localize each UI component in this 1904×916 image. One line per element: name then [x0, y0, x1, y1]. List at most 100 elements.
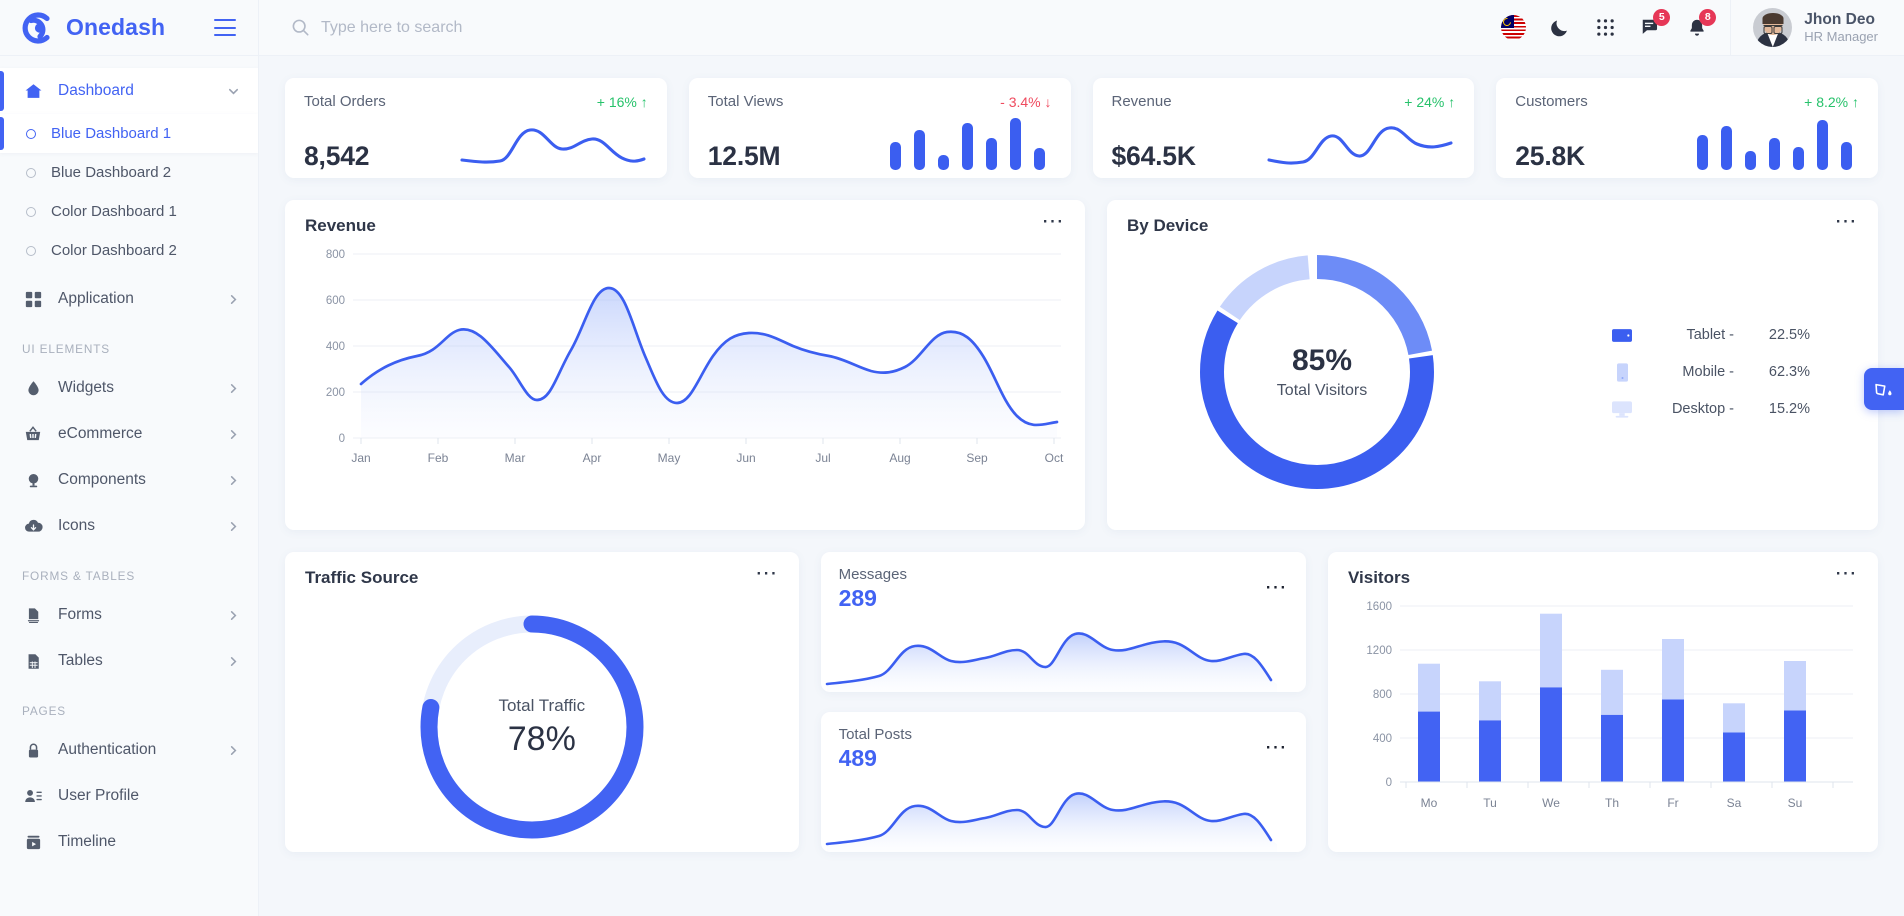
svg-text:1200: 1200 [1366, 645, 1392, 657]
search-box[interactable] [291, 8, 721, 48]
more-options-icon[interactable]: ⋯ [1265, 576, 1289, 598]
basket-icon [22, 425, 44, 443]
apps-menu-button[interactable] [1582, 0, 1628, 56]
dark-mode-toggle[interactable] [1536, 0, 1582, 56]
chevron-right-icon [227, 744, 240, 757]
messages-button[interactable]: 5 [1628, 0, 1674, 56]
card-title: Visitors [1348, 568, 1411, 587]
sidebar-item-components[interactable]: Components [0, 457, 258, 503]
svg-text:Mar: Mar [505, 451, 526, 465]
sidebar-item-icons[interactable]: Icons [0, 503, 258, 549]
svg-text:200: 200 [326, 387, 345, 399]
more-options-icon[interactable]: ⋯ [1835, 210, 1859, 232]
sidebar-item-label: eCommerce [58, 425, 143, 442]
svg-text:Fr: Fr [1667, 796, 1678, 810]
stat-title: Revenue [1111, 93, 1172, 110]
stat-value: 25.8K [1515, 141, 1585, 171]
lamp-icon [22, 472, 44, 489]
sidebar-item-label: Color Dashboard 1 [51, 203, 177, 220]
search-input[interactable] [321, 18, 721, 37]
sidebar-section-pages: PAGES [22, 704, 67, 718]
svg-text:Feb: Feb [428, 451, 449, 465]
paint-bucket-icon [1874, 379, 1894, 399]
sidebar-item-user-profile[interactable]: User Profile [0, 773, 258, 819]
more-options-icon[interactable]: ⋯ [755, 562, 779, 584]
legend-item-tablet: Tablet - 22.5% [1604, 317, 1810, 354]
svg-text:Jun: Jun [736, 451, 755, 465]
timeline-icon [22, 834, 44, 851]
card-title: Revenue [305, 216, 376, 235]
stat-value: 8,542 [304, 141, 370, 171]
home-icon [22, 82, 44, 101]
more-options-icon[interactable]: ⋯ [1265, 736, 1289, 758]
stat-delta: - 3.4% ↓ [1000, 93, 1052, 110]
chevron-right-icon [227, 382, 240, 395]
chevron-right-icon [227, 474, 240, 487]
legend-label: Tablet - [1686, 327, 1734, 343]
svg-text:Apr: Apr [583, 451, 602, 465]
svg-text:May: May [658, 451, 681, 465]
revenue-area-chart: 800 600 400 200 0 Jan Feb Mar Apr May Ju… [305, 236, 1065, 508]
svg-text:Sa: Sa [1727, 796, 1742, 810]
sidebar-item-label: Blue Dashboard 2 [51, 164, 172, 181]
notifications-button[interactable]: 8 [1674, 0, 1720, 56]
main-content: Total Orders + 16% ↑ 8,542 Total Views -… [259, 56, 1904, 916]
chevron-right-icon [227, 293, 240, 306]
sidebar-item-label: Blue Dashboard 1 [51, 125, 172, 142]
chevron-right-icon [227, 655, 240, 668]
sidebar-item-application[interactable]: Application [0, 276, 258, 322]
svg-text:400: 400 [1373, 733, 1392, 745]
visitors-bar-chart: 1600 1200 800 400 0 Mo Tu We Th Fr Sa Su [1348, 588, 1858, 838]
cloud-download-icon [22, 517, 44, 535]
legend-item-mobile: Mobile - 62.3% [1604, 354, 1810, 391]
chevron-right-icon [227, 428, 240, 441]
language-selector[interactable] [1490, 0, 1536, 56]
sidebar-item-widgets[interactable]: Widgets [0, 365, 258, 411]
sidebar-item-ecommerce[interactable]: eCommerce [0, 411, 258, 457]
visitors-card: Visitors ⋯ 1600 1200 800 400 0 Mo Tu We … [1328, 552, 1878, 852]
sidebar-item-timeline[interactable]: Timeline [0, 819, 258, 865]
sidebar-item-label: Forms [58, 606, 102, 623]
sidebar-item-color-dashboard-1[interactable]: Color Dashboard 1 [0, 192, 258, 231]
messages-area-chart [821, 614, 1306, 692]
stat-value: $64.5K [1111, 141, 1196, 171]
more-options-icon[interactable]: ⋯ [1042, 210, 1066, 232]
top-header: Onedash Type here to search 5 8 Jhon Deo… [0, 0, 1904, 56]
sidebar-item-label: Components [58, 471, 146, 488]
stat-delta: + 24% ↑ [1404, 93, 1456, 110]
sidebar-item-forms[interactable]: Forms [0, 592, 258, 638]
svg-text:Th: Th [1605, 796, 1619, 810]
legend-label: Mobile - [1682, 364, 1734, 380]
document-icon [22, 607, 44, 624]
sidebar-item-label: Timeline [58, 833, 116, 850]
stat-cards-row: Total Orders + 16% ↑ 8,542 Total Views -… [285, 78, 1878, 178]
svg-text:Mo: Mo [1421, 796, 1438, 810]
sparkbar-chart [1669, 118, 1859, 172]
revenue-chart-card: Revenue ⋯ 800 600 400 200 0 Jan Feb Mar … [285, 200, 1085, 530]
notifications-badge: 8 [1699, 8, 1717, 26]
sidebar-item-label: Widgets [58, 379, 114, 396]
sidebar-item-dashboard[interactable]: Dashboard [0, 68, 258, 114]
user-name: Jhon Deo [1804, 10, 1875, 28]
sidebar-item-label: Authentication [58, 741, 157, 758]
sidebar-item-color-dashboard-2[interactable]: Color Dashboard 2 [0, 231, 258, 270]
sparkbar-chart [862, 118, 1052, 172]
radio-dot-icon [26, 206, 36, 217]
brand-block: Onedash [0, 0, 259, 56]
sidebar-item-tables[interactable]: Tables [0, 638, 258, 684]
chevron-right-icon [227, 520, 240, 533]
user-profile-menu[interactable]: Jhon Deo HR Manager [1730, 0, 1904, 56]
svg-text:Tu: Tu [1483, 796, 1497, 810]
sidebar-item-authentication[interactable]: Authentication [0, 727, 258, 773]
legend-label: Desktop - [1671, 401, 1734, 417]
card-title: Total Posts [838, 726, 912, 743]
theme-settings-button[interactable] [1864, 368, 1904, 410]
sidebar-item-blue-dashboard-2[interactable]: Blue Dashboard 2 [0, 153, 258, 192]
sidebar-item-blue-dashboard-1[interactable]: Blue Dashboard 1 [0, 114, 258, 153]
more-options-icon[interactable]: ⋯ [1835, 562, 1859, 584]
svg-text:Jan: Jan [351, 451, 370, 465]
svg-text:400: 400 [326, 341, 345, 353]
sparkline-chart [1265, 118, 1455, 172]
hamburger-menu-icon[interactable] [214, 19, 236, 36]
device-donut-chart: 85% Total Visitors [1187, 242, 1457, 502]
